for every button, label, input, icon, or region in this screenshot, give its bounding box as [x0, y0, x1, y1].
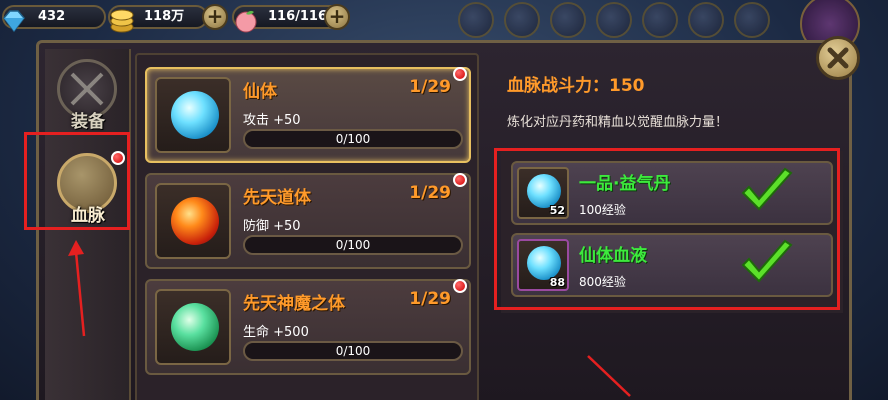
menu-icon[interactable] — [642, 2, 678, 38]
tab-equipment-label: 装备 — [71, 112, 105, 132]
progress-bar: 0/100 — [243, 341, 463, 361]
green-orb-icon — [171, 303, 219, 351]
diamond-count: 432 — [38, 9, 66, 24]
notification-dot — [453, 279, 467, 293]
blue-orb-icon — [171, 91, 219, 139]
item-icon-frame — [155, 183, 231, 259]
bloodline-power: 血脉战斗力：150 — [507, 76, 645, 96]
menu-icon[interactable] — [458, 2, 494, 38]
item-level: 1/29 — [409, 77, 451, 97]
bloodline-description: 炼化对应丹药和精血以觉醒血脉力量！ — [507, 115, 729, 130]
item-name: 仙体 — [243, 82, 277, 102]
progress-text: 0/100 — [335, 238, 371, 252]
close-button[interactable] — [816, 36, 860, 80]
item-icon-frame — [155, 77, 231, 153]
bloodline-list[interactable]: 仙体 1/29 攻击 +50 0/100 先天道体 1/29 防御 +50 0/… — [135, 53, 479, 400]
gold-count: 118万 — [144, 9, 185, 24]
notification-dot — [453, 67, 467, 81]
diamond-icon — [3, 10, 25, 33]
peach-icon — [235, 10, 257, 33]
resource-bar: 432 118万 + 116/116 + — [0, 0, 888, 54]
diamond-counter: 432 — [2, 5, 106, 33]
bloodline-item-xiantiandaoti[interactable]: 先天道体 1/29 防御 +50 0/100 — [145, 173, 471, 269]
progress-text: 0/100 — [335, 132, 371, 146]
gold-coins-icon — [110, 9, 134, 33]
menu-icon[interactable] — [734, 2, 770, 38]
item-level: 1/29 — [409, 183, 451, 203]
menu-icon[interactable] — [596, 2, 632, 38]
item-stat: 攻击 +50 — [243, 113, 301, 128]
item-icon-frame — [155, 289, 231, 365]
bloodline-item-xianti[interactable]: 仙体 1/29 攻击 +50 0/100 — [145, 67, 471, 163]
tab-equipment[interactable]: 装备 — [49, 55, 127, 139]
item-name: 先天道体 — [243, 188, 311, 208]
progress-bar: 0/100 — [243, 129, 463, 149]
item-stat: 生命 +500 — [243, 325, 309, 340]
menu-icon[interactable] — [550, 2, 586, 38]
item-stat: 防御 +50 — [243, 219, 301, 234]
annotation-arrow — [587, 355, 631, 397]
menu-icon[interactable] — [688, 2, 724, 38]
notification-dot — [453, 173, 467, 187]
fire-orb-icon — [171, 197, 219, 245]
menu-icon[interactable] — [504, 2, 540, 38]
item-level: 1/29 — [409, 289, 451, 309]
highlight-box-tab — [24, 132, 130, 230]
add-gold-button[interactable]: + — [202, 4, 228, 30]
add-stamina-button[interactable]: + — [324, 4, 350, 30]
gold-counter: 118万 — [108, 5, 208, 33]
close-icon — [827, 47, 849, 69]
item-name: 先天神魔之体 — [243, 294, 345, 314]
bloodline-item-shenmo[interactable]: 先天神魔之体 1/29 生命 +500 0/100 — [145, 279, 471, 375]
progress-text: 0/100 — [335, 344, 371, 358]
progress-bar: 0/100 — [243, 235, 463, 255]
highlight-box-materials — [494, 148, 840, 310]
annotation-arrow — [68, 240, 86, 337]
stamina-count: 116/116 — [268, 9, 328, 24]
